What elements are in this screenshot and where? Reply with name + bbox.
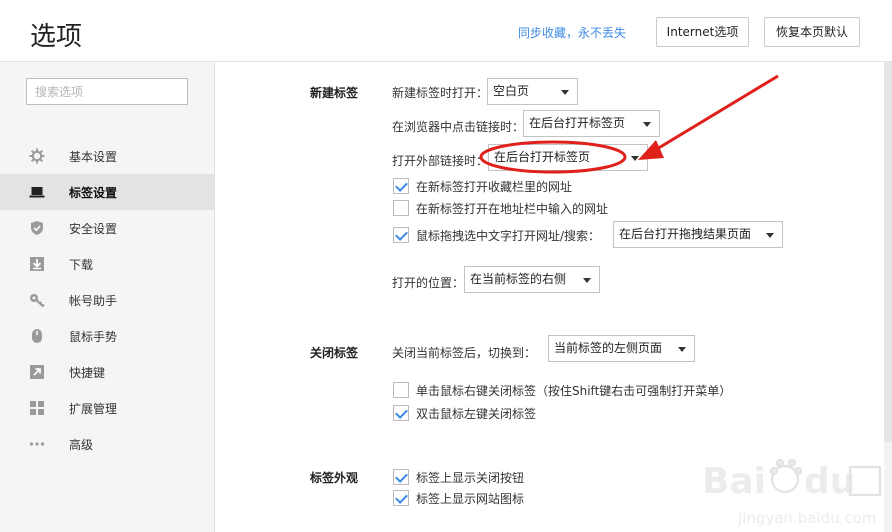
section-title-new-tab: 新建标签 [310, 86, 359, 100]
open-position-select[interactable]: 在当前标签的右侧 [464, 266, 600, 293]
sidebar-item-account[interactable]: 帐号助手 [0, 282, 214, 318]
sidebar-item-label: 扩展管理 [69, 402, 118, 416]
sidebar-item-download[interactable]: 下载 [0, 246, 214, 282]
show-site-icon-checkbox[interactable] [393, 490, 409, 506]
gear-icon [29, 148, 45, 164]
drag-result-select[interactable]: 在后台打开拖拽结果页面 [613, 221, 783, 248]
select-value: 在当前标签的右侧 [470, 272, 567, 286]
double-click-close-label: 双击鼠标左键关闭标签 [416, 407, 537, 421]
address-new-tab-checkbox[interactable] [393, 200, 409, 216]
grid-icon [29, 400, 45, 416]
sidebar-item-label: 安全设置 [69, 222, 118, 236]
download-icon [29, 256, 45, 272]
external-link-label: 打开外部链接时： [392, 154, 489, 168]
sidebar-item-basic[interactable]: 基本设置 [0, 138, 214, 174]
sidebar-item-mouse-gesture[interactable]: 鼠标手势 [0, 318, 214, 354]
chevron-down-icon [583, 278, 591, 283]
more-icon [29, 436, 45, 452]
scrollbar-thumb[interactable] [884, 62, 892, 442]
sidebar-item-advanced[interactable]: 高级 [0, 426, 214, 462]
section-title-tab-appearance: 标签外观 [310, 471, 359, 485]
sidebar-item-label: 标签设置 [69, 186, 118, 200]
mouse-icon [29, 328, 45, 344]
select-value: 在后台打开拖拽结果页面 [619, 227, 752, 241]
open-new-tab-select[interactable]: 空白页 [487, 78, 578, 105]
chevron-down-icon [678, 347, 686, 352]
sidebar-item-extensions[interactable]: 扩展管理 [0, 390, 214, 426]
sync-favorites-link[interactable]: 同步收藏，永不丢失 [518, 24, 626, 41]
favorites-new-tab-label: 在新标签打开收藏栏里的网址 [416, 180, 573, 194]
select-value: 在后台打开标签页 [494, 150, 591, 164]
svg-text:du: du [804, 461, 855, 502]
sidebar-item-label: 高级 [69, 438, 94, 452]
show-close-button-checkbox[interactable] [393, 469, 409, 485]
chevron-down-icon [766, 233, 774, 238]
open-new-tab-label: 新建标签时打开： [392, 86, 489, 100]
select-value: 空白页 [493, 84, 530, 98]
address-new-tab-label: 在新标签打开在地址栏中输入的网址 [416, 202, 609, 216]
sidebar-item-tabs[interactable]: 标签设置 [0, 174, 214, 210]
baidu-jingyan-watermark: Bai du jingyan.baidu.com [702, 458, 882, 527]
open-position-label: 打开的位置： [392, 276, 465, 290]
internet-options-button[interactable]: Internet选项 [656, 17, 749, 47]
drag-search-checkbox[interactable] [393, 227, 409, 243]
select-value: 在后台打开标签页 [529, 116, 626, 130]
header: 选项 同步收藏，永不丢失 Internet选项 恢复本页默认 [0, 0, 892, 62]
right-click-close-checkbox[interactable] [393, 382, 409, 398]
svg-text:Bai: Bai [702, 461, 766, 502]
click-link-label: 在浏览器中点击链接时： [392, 120, 525, 134]
svg-text:jingyan.baidu.com: jingyan.baidu.com [737, 509, 876, 527]
sidebar-nav: 基本设置 标签设置 安全设置 下载 帐号助手 鼠标手势 快捷键 扩展管理 高级 [0, 138, 214, 462]
double-click-close-checkbox[interactable] [393, 405, 409, 421]
restore-defaults-button[interactable]: 恢复本页默认 [764, 17, 860, 47]
sidebar: 基本设置 标签设置 安全设置 下载 帐号助手 [0, 62, 215, 532]
chevron-down-icon [643, 122, 651, 127]
sidebar-item-security[interactable]: 安全设置 [0, 210, 214, 246]
chevron-down-icon [561, 90, 569, 95]
sidebar-item-label: 下载 [69, 258, 94, 272]
search-input[interactable] [26, 78, 188, 105]
click-link-select[interactable]: 在后台打开标签页 [523, 110, 660, 137]
section-title-close-tab: 关闭标签 [310, 346, 359, 360]
sidebar-item-label: 基本设置 [69, 150, 118, 164]
sidebar-item-label: 快捷键 [69, 366, 106, 380]
sidebar-item-label: 鼠标手势 [69, 330, 118, 344]
favorites-new-tab-checkbox[interactable] [393, 178, 409, 194]
shield-icon [29, 220, 45, 236]
sidebar-item-label: 帐号助手 [69, 294, 118, 308]
right-click-close-label: 单击鼠标右键关闭标签（按住Shift键右击可强制打开菜单） [416, 384, 732, 398]
close-switch-select[interactable]: 当前标签的左侧页面 [548, 335, 695, 362]
close-switch-label: 关闭当前标签后，切换到： [392, 346, 537, 360]
external-link-select[interactable]: 在后台打开标签页 [488, 144, 648, 171]
sidebar-item-shortcuts[interactable]: 快捷键 [0, 354, 214, 390]
show-site-icon-label: 标签上显示网站图标 [416, 492, 525, 506]
select-value: 当前标签的左侧页面 [554, 341, 663, 355]
arrow-icon [29, 364, 45, 380]
chevron-down-icon [631, 156, 639, 161]
drag-search-label: 鼠标拖拽选中文字打开网址/搜索： [416, 229, 601, 243]
page-title: 选项 [30, 22, 83, 52]
show-close-button-label: 标签上显示关闭按钮 [416, 471, 525, 485]
laptop-icon [29, 184, 45, 200]
key-icon [29, 292, 45, 308]
